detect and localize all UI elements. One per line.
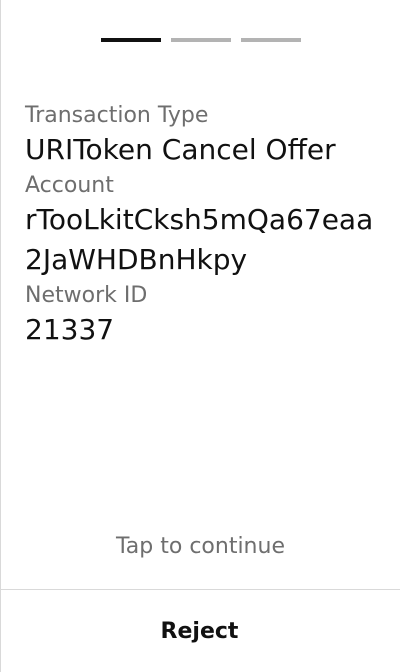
account-label: Account bbox=[25, 173, 114, 198]
transaction-type-value: URIToken Cancel Offer bbox=[25, 133, 336, 166]
transaction-type-label: Transaction Type bbox=[25, 103, 209, 128]
network-id-label: Network ID bbox=[25, 283, 148, 308]
reject-button[interactable]: Reject bbox=[0, 590, 399, 672]
network-id-value: 21337 bbox=[25, 313, 115, 346]
step-progress-indicator bbox=[101, 38, 301, 42]
account-value: rTooLkitCksh5mQa67eaa2JaWHDBnHkpy bbox=[25, 203, 374, 276]
progress-step-2 bbox=[171, 38, 231, 42]
screen-frame: Transaction Type URIToken Cancel Offer A… bbox=[0, 0, 399, 672]
transaction-details[interactable]: Transaction Type URIToken Cancel Offer A… bbox=[25, 102, 375, 352]
progress-step-1 bbox=[101, 38, 161, 42]
progress-step-3 bbox=[241, 38, 301, 42]
tap-to-continue-hint[interactable]: Tap to continue bbox=[1, 532, 400, 562]
